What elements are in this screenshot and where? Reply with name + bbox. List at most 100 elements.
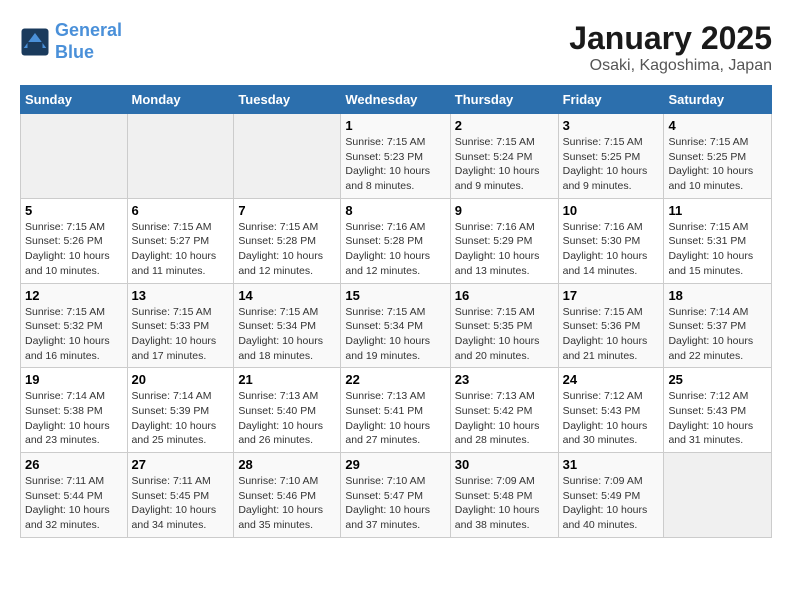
logo-icon [20,27,50,57]
day-info: Sunrise: 7:15 AM Sunset: 5:25 PM Dayligh… [668,135,767,194]
calendar-cell [234,114,341,199]
calendar-week-row: 1 Sunrise: 7:15 AM Sunset: 5:23 PM Daylig… [21,114,772,199]
day-info: Sunrise: 7:16 AM Sunset: 5:28 PM Dayligh… [345,220,445,279]
calendar-cell: 5 Sunrise: 7:15 AM Sunset: 5:26 PM Daylig… [21,198,128,283]
day-info: Sunrise: 7:11 AM Sunset: 5:44 PM Dayligh… [25,474,123,533]
day-info: Sunrise: 7:13 AM Sunset: 5:40 PM Dayligh… [238,389,336,448]
day-number: 19 [25,372,123,387]
day-info: Sunrise: 7:15 AM Sunset: 5:25 PM Dayligh… [563,135,660,194]
calendar-cell: 25 Sunrise: 7:12 AM Sunset: 5:43 PM Dayli… [664,368,772,453]
logo-text: General Blue [55,20,122,63]
day-number: 27 [132,457,230,472]
calendar-cell: 29Sunrise: 7:10 AM Sunset: 5:47 PM Dayli… [341,453,450,538]
day-number: 20 [132,372,230,387]
day-number: 31 [563,457,660,472]
calendar-cell [664,453,772,538]
day-number: 11 [668,203,767,218]
day-info: Sunrise: 7:12 AM Sunset: 5:43 PM Dayligh… [668,389,767,448]
day-number: 18 [668,288,767,303]
day-info: Sunrise: 7:15 AM Sunset: 5:34 PM Dayligh… [238,305,336,364]
weekday-header-row: SundayMondayTuesdayWednesdayThursdayFrid… [21,86,772,114]
day-info: Sunrise: 7:15 AM Sunset: 5:23 PM Dayligh… [345,135,445,194]
day-info: Sunrise: 7:15 AM Sunset: 5:36 PM Dayligh… [563,305,660,364]
calendar-week-row: 12 Sunrise: 7:15 AM Sunset: 5:32 PM Dayli… [21,283,772,368]
weekday-header: Friday [558,86,664,114]
day-info: Sunrise: 7:13 AM Sunset: 5:42 PM Dayligh… [455,389,554,448]
weekday-header: Thursday [450,86,558,114]
calendar-cell: 31Sunrise: 7:09 AM Sunset: 5:49 PM Dayli… [558,453,664,538]
calendar-cell: 7Sunrise: 7:15 AM Sunset: 5:28 PM Daylig… [234,198,341,283]
day-number: 13 [132,288,230,303]
day-info: Sunrise: 7:15 AM Sunset: 5:26 PM Dayligh… [25,220,123,279]
day-info: Sunrise: 7:14 AM Sunset: 5:38 PM Dayligh… [25,389,123,448]
calendar-cell: 8Sunrise: 7:16 AM Sunset: 5:28 PM Daylig… [341,198,450,283]
day-info: Sunrise: 7:15 AM Sunset: 5:24 PM Dayligh… [455,135,554,194]
day-info: Sunrise: 7:14 AM Sunset: 5:37 PM Dayligh… [668,305,767,364]
day-info: Sunrise: 7:15 AM Sunset: 5:34 PM Dayligh… [345,305,445,364]
calendar-cell: 27 Sunrise: 7:11 AM Sunset: 5:45 PM Dayli… [127,453,234,538]
day-info: Sunrise: 7:10 AM Sunset: 5:47 PM Dayligh… [345,474,445,533]
day-info: Sunrise: 7:14 AM Sunset: 5:39 PM Dayligh… [132,389,230,448]
day-number: 5 [25,203,123,218]
calendar-cell [21,114,128,199]
calendar-cell: 14 Sunrise: 7:15 AM Sunset: 5:34 PM Dayli… [234,283,341,368]
day-info: Sunrise: 7:16 AM Sunset: 5:30 PM Dayligh… [563,220,660,279]
day-number: 6 [132,203,230,218]
day-number: 16 [455,288,554,303]
calendar-cell: 2 Sunrise: 7:15 AM Sunset: 5:24 PM Daylig… [450,114,558,199]
weekday-header: Sunday [21,86,128,114]
calendar-week-row: 26 Sunrise: 7:11 AM Sunset: 5:44 PM Dayli… [21,453,772,538]
calendar-cell: 10 Sunrise: 7:16 AM Sunset: 5:30 PM Dayli… [558,198,664,283]
calendar-cell: 26 Sunrise: 7:11 AM Sunset: 5:44 PM Dayli… [21,453,128,538]
calendar-week-row: 19 Sunrise: 7:14 AM Sunset: 5:38 PM Dayli… [21,368,772,453]
day-number: 9 [455,203,554,218]
day-info: Sunrise: 7:15 AM Sunset: 5:33 PM Dayligh… [132,305,230,364]
calendar-cell: 13 Sunrise: 7:15 AM Sunset: 5:33 PM Dayli… [127,283,234,368]
day-number: 28 [238,457,336,472]
day-info: Sunrise: 7:15 AM Sunset: 5:32 PM Dayligh… [25,305,123,364]
day-info: Sunrise: 7:15 AM Sunset: 5:35 PM Dayligh… [455,305,554,364]
calendar-cell: 30Sunrise: 7:09 AM Sunset: 5:48 PM Dayli… [450,453,558,538]
calendar-cell: 23 Sunrise: 7:13 AM Sunset: 5:42 PM Dayli… [450,368,558,453]
calendar-cell: 16 Sunrise: 7:15 AM Sunset: 5:35 PM Dayli… [450,283,558,368]
day-info: Sunrise: 7:11 AM Sunset: 5:45 PM Dayligh… [132,474,230,533]
day-number: 12 [25,288,123,303]
logo: General Blue [20,20,122,63]
weekday-header: Saturday [664,86,772,114]
calendar-cell: 12 Sunrise: 7:15 AM Sunset: 5:32 PM Dayli… [21,283,128,368]
calendar-week-row: 5 Sunrise: 7:15 AM Sunset: 5:26 PM Daylig… [21,198,772,283]
weekday-header: Wednesday [341,86,450,114]
calendar-cell: 17 Sunrise: 7:15 AM Sunset: 5:36 PM Dayli… [558,283,664,368]
day-number: 3 [563,118,660,133]
day-number: 2 [455,118,554,133]
weekday-header: Tuesday [234,86,341,114]
calendar-cell: 1 Sunrise: 7:15 AM Sunset: 5:23 PM Daylig… [341,114,450,199]
day-info: Sunrise: 7:15 AM Sunset: 5:27 PM Dayligh… [132,220,230,279]
day-info: Sunrise: 7:15 AM Sunset: 5:28 PM Dayligh… [238,220,336,279]
calendar-cell: 20 Sunrise: 7:14 AM Sunset: 5:39 PM Dayli… [127,368,234,453]
day-info: Sunrise: 7:12 AM Sunset: 5:43 PM Dayligh… [563,389,660,448]
calendar-cell: 24 Sunrise: 7:12 AM Sunset: 5:43 PM Dayli… [558,368,664,453]
day-number: 26 [25,457,123,472]
day-info: Sunrise: 7:10 AM Sunset: 5:46 PM Dayligh… [238,474,336,533]
page-subtitle: Osaki, Kagoshima, Japan [569,57,772,75]
day-number: 15 [345,288,445,303]
day-info: Sunrise: 7:15 AM Sunset: 5:31 PM Dayligh… [668,220,767,279]
day-number: 23 [455,372,554,387]
calendar-cell: 3 Sunrise: 7:15 AM Sunset: 5:25 PM Daylig… [558,114,664,199]
day-number: 17 [563,288,660,303]
calendar-cell: 6 Sunrise: 7:15 AM Sunset: 5:27 PM Daylig… [127,198,234,283]
day-number: 14 [238,288,336,303]
calendar-cell: 22Sunrise: 7:13 AM Sunset: 5:41 PM Dayli… [341,368,450,453]
day-number: 24 [563,372,660,387]
calendar-cell: 15 Sunrise: 7:15 AM Sunset: 5:34 PM Dayli… [341,283,450,368]
day-info: Sunrise: 7:13 AM Sunset: 5:41 PM Dayligh… [345,389,445,448]
day-number: 10 [563,203,660,218]
day-number: 1 [345,118,445,133]
day-info: Sunrise: 7:09 AM Sunset: 5:48 PM Dayligh… [455,474,554,533]
calendar-table: SundayMondayTuesdayWednesdayThursdayFrid… [20,85,772,538]
day-number: 25 [668,372,767,387]
day-info: Sunrise: 7:16 AM Sunset: 5:29 PM Dayligh… [455,220,554,279]
calendar-cell: 21Sunrise: 7:13 AM Sunset: 5:40 PM Dayli… [234,368,341,453]
calendar-cell: 11 Sunrise: 7:15 AM Sunset: 5:31 PM Dayli… [664,198,772,283]
